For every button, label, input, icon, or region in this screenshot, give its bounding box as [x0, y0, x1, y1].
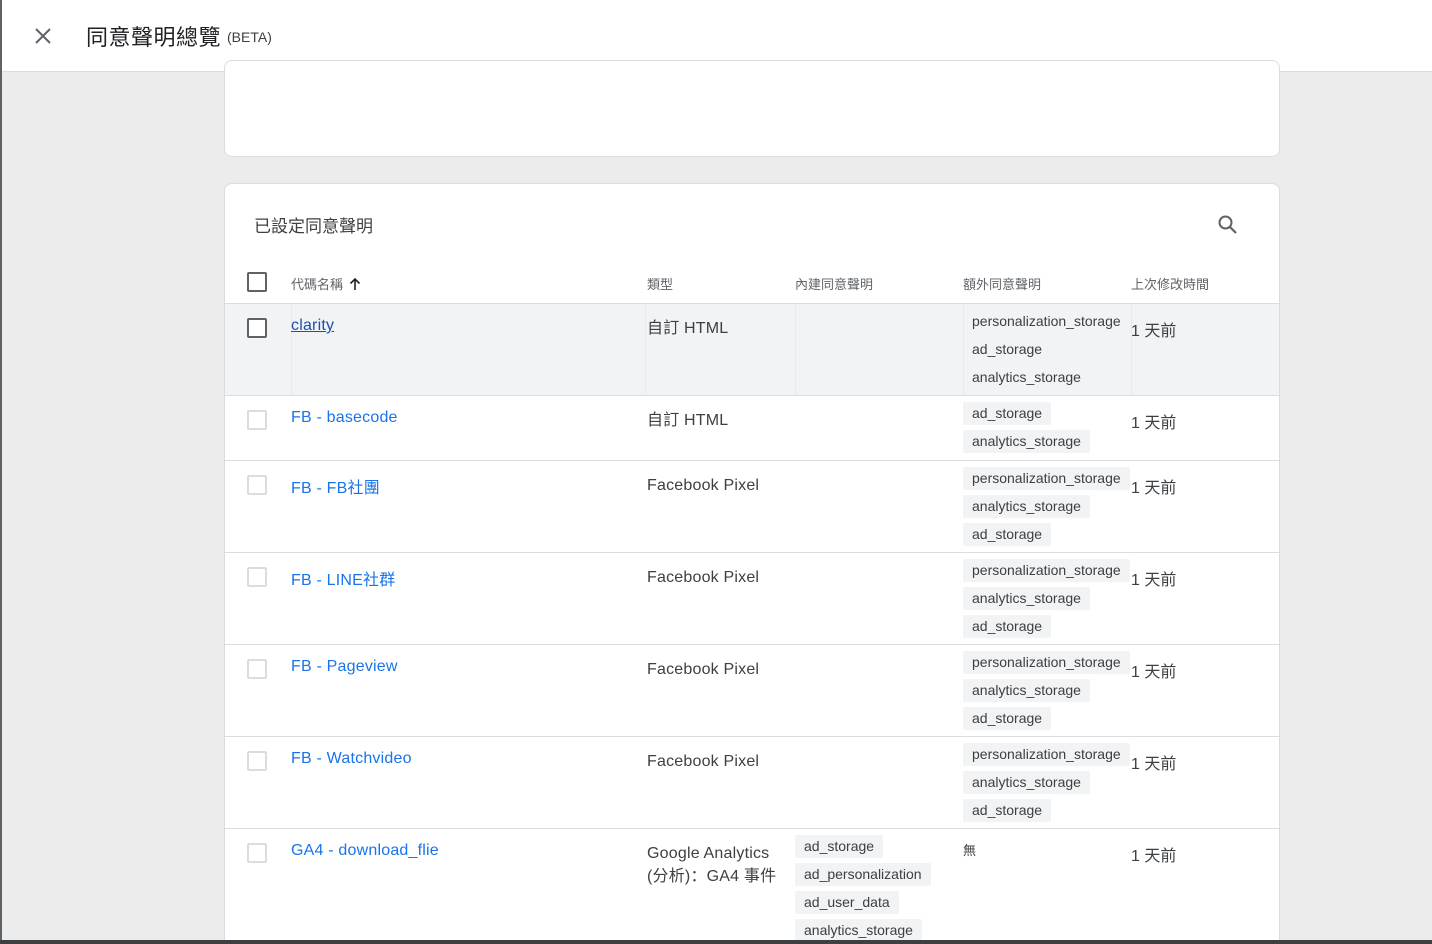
consent-chip: ad_storage	[963, 615, 1052, 638]
search-icon	[1218, 215, 1237, 234]
consent-chip: personalization_storage	[963, 743, 1130, 766]
modified-time: 1 天前	[1131, 664, 1177, 681]
column-header-type[interactable]: 類型	[647, 274, 673, 293]
consent-chip: analytics_storage	[963, 495, 1090, 518]
tag-name-link[interactable]: FB - Watchvideo	[291, 750, 412, 768]
column-header-builtin[interactable]: 內建同意聲明	[795, 274, 873, 293]
tag-type: Facebook Pixel	[647, 477, 760, 494]
tag-type: 自訂 HTML	[647, 320, 729, 337]
column-header-modified[interactable]: 上次修改時間	[1131, 274, 1209, 293]
window-bottom-edge	[0, 940, 1432, 944]
column-divider	[795, 304, 796, 395]
modified-time: 1 天前	[1131, 756, 1177, 773]
additional-consent-list: personalization_storage analytics_storag…	[963, 651, 1130, 730]
row-checkbox[interactable]	[247, 410, 267, 430]
consent-chip: personalization_storage	[963, 467, 1130, 490]
sort-arrow-up-icon	[349, 277, 361, 290]
consent-chip: ad_personalization	[795, 863, 931, 886]
tag-type-line: (分析)：GA4 事件	[647, 868, 777, 885]
close-button[interactable]	[23, 16, 63, 56]
tag-name-link[interactable]: clarity	[291, 317, 334, 335]
consent-chip: analytics_storage	[963, 587, 1090, 610]
builtin-consent-list: ad_storage ad_personalization ad_user_da…	[795, 835, 931, 942]
tag-name-link[interactable]: FB - basecode	[291, 409, 398, 427]
row-checkbox[interactable]	[247, 751, 267, 771]
additional-consent-list: personalization_storage analytics_storag…	[963, 467, 1130, 546]
tag-type-line: Google Analytics	[647, 845, 770, 862]
modified-time: 1 天前	[1131, 572, 1177, 589]
modified-time: 1 天前	[1131, 848, 1177, 865]
tag-type: Facebook Pixel	[647, 661, 760, 678]
row-checkbox[interactable]	[247, 318, 267, 338]
additional-consent-list: ad_storage analytics_storage	[963, 402, 1090, 453]
tag-name-link[interactable]: FB - FB社團	[291, 474, 380, 498]
row-checkbox[interactable]	[247, 567, 267, 587]
consent-table-card: 已設定同意聲明 代碼名稱 類型 內建同意聲明 額外同意聲明 上次修改時間 cla…	[224, 183, 1280, 944]
table-row[interactable]: FB - basecode 自訂 HTML ad_storage analyti…	[225, 396, 1279, 461]
overview-card	[224, 60, 1280, 157]
consent-chip: ad_user_data	[795, 891, 899, 914]
consent-chip: personalization_storage	[963, 651, 1130, 674]
modified-time: 1 天前	[1131, 480, 1177, 497]
tag-name-link[interactable]: GA4 - download_flie	[291, 842, 439, 860]
tag-name-link[interactable]: FB - Pageview	[291, 658, 398, 676]
table-row[interactable]: FB - Pageview Facebook Pixel personaliza…	[225, 645, 1279, 737]
card-title: 已設定同意聲明	[254, 217, 373, 237]
beta-badge: (BETA)	[227, 28, 272, 45]
consent-chip: analytics_storage	[972, 369, 1081, 385]
column-header-additional[interactable]: 額外同意聲明	[963, 274, 1041, 293]
column-divider	[645, 304, 646, 395]
table-row[interactable]: FB - Watchvideo Facebook Pixel personali…	[225, 737, 1279, 829]
page-title: 同意聲明總覽	[86, 25, 222, 51]
additional-consent-list: personalization_storage ad_storage analy…	[963, 310, 1130, 389]
row-checkbox[interactable]	[247, 475, 267, 495]
consent-chip: ad_storage	[963, 707, 1052, 730]
consent-chip: personalization_storage	[963, 559, 1130, 582]
consent-chip: ad_storage	[963, 402, 1052, 425]
consent-chip: analytics_storage	[963, 430, 1090, 453]
table-header: 代碼名稱 類型 內建同意聲明 額外同意聲明 上次修改時間	[225, 264, 1279, 304]
consent-chip: analytics_storage	[963, 679, 1090, 702]
column-header-name[interactable]: 代碼名稱	[291, 274, 362, 293]
table-row[interactable]: GA4 - download_flie Google Analytics (分析…	[225, 829, 1279, 944]
consent-chip: personalization_storage	[972, 313, 1121, 329]
column-header-name-label: 代碼名稱	[291, 278, 344, 293]
consent-chip: ad_storage	[963, 799, 1052, 822]
select-all-checkbox[interactable]	[247, 272, 267, 292]
table-row[interactable]: clarity 自訂 HTML personalization_storage …	[225, 304, 1279, 396]
tag-type: 自訂 HTML	[647, 412, 729, 429]
close-icon	[35, 27, 51, 44]
no-additional-consent: 無	[963, 843, 977, 858]
consent-chip: ad_storage	[972, 341, 1043, 357]
consent-chip: analytics_storage	[963, 771, 1090, 794]
window-edge	[0, 0, 2, 944]
consent-chip: analytics_storage	[795, 919, 922, 942]
search-button[interactable]	[1213, 210, 1243, 240]
modified-time: 1 天前	[1131, 415, 1177, 432]
tag-name-link[interactable]: FB - LINE社群	[291, 566, 395, 590]
table-row[interactable]: FB - LINE社群 Facebook Pixel personalizati…	[225, 553, 1279, 645]
tag-type: Facebook Pixel	[647, 569, 760, 586]
consent-chip: ad_storage	[963, 523, 1052, 546]
table-row[interactable]: FB - FB社團 Facebook Pixel personalization…	[225, 461, 1279, 553]
row-checkbox[interactable]	[247, 659, 267, 679]
row-checkbox[interactable]	[247, 843, 267, 863]
consent-chip: ad_storage	[795, 835, 884, 858]
additional-consent-list: personalization_storage analytics_storag…	[963, 559, 1130, 638]
tag-type: Google Analytics (分析)：GA4 事件	[647, 842, 776, 888]
modified-time: 1 天前	[1131, 323, 1177, 340]
additional-consent-list: personalization_storage analytics_storag…	[963, 743, 1130, 822]
tag-type: Facebook Pixel	[647, 753, 760, 770]
